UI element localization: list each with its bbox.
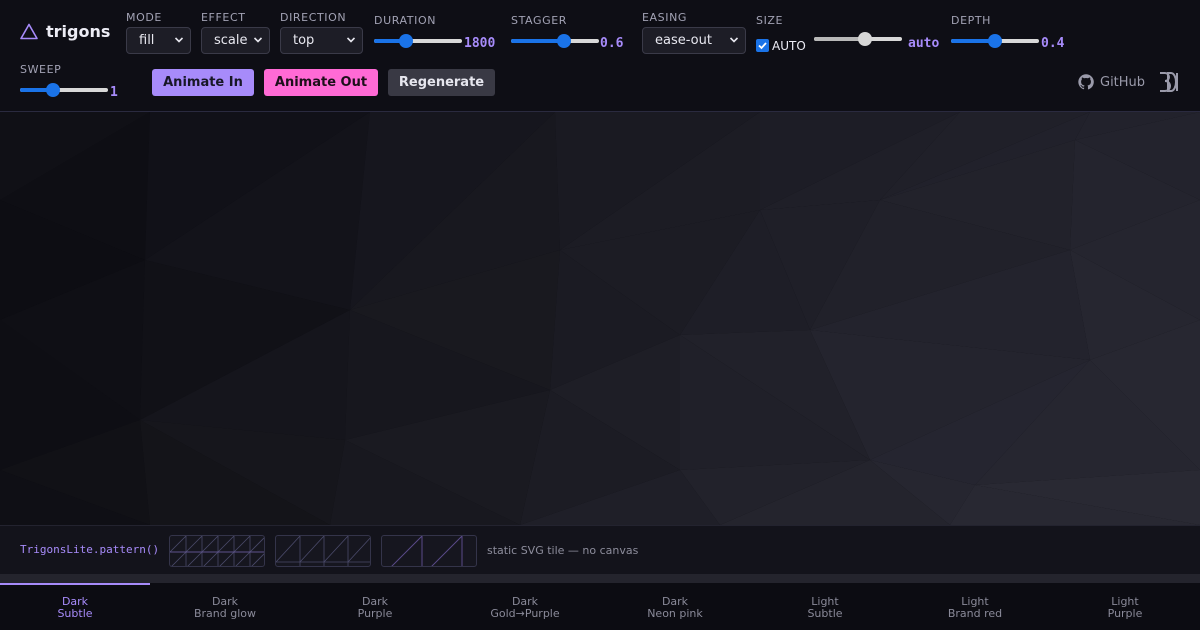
pattern-tile[interactable] bbox=[381, 535, 477, 567]
easing-select[interactable]: ease-out bbox=[642, 27, 746, 54]
app-root: trigons MODE fill EFFECT scale DIRECTION… bbox=[0, 0, 1200, 630]
pattern-code: TrigonsLite.pattern() bbox=[20, 543, 160, 556]
pattern-tile-graphic bbox=[391, 536, 463, 566]
theme-tab-name: Gold→Purple bbox=[490, 607, 560, 620]
effect-select[interactable]: scale bbox=[201, 27, 270, 54]
stagger-slider[interactable] bbox=[511, 33, 599, 48]
depth-label: DEPTH bbox=[951, 14, 992, 27]
slider-thumb[interactable] bbox=[858, 32, 872, 46]
theme-tab-8[interactable]: Light Purple bbox=[1050, 583, 1200, 630]
depth-control: DEPTH 0.4 bbox=[951, 14, 1071, 54]
animate-in-button[interactable]: Animate In bbox=[152, 69, 254, 96]
auto-checkbox[interactable] bbox=[756, 39, 769, 52]
duration-value: 1800 bbox=[464, 36, 496, 51]
theme-tab-name: Brand glow bbox=[193, 607, 257, 620]
sweep-value: 1 bbox=[110, 85, 118, 100]
slider-thumb[interactable] bbox=[399, 33, 413, 48]
sweep-control: SWEEP 1 bbox=[20, 63, 140, 103]
pattern-note: static SVG tile — no canvas bbox=[487, 544, 639, 557]
slider-thumb[interactable] bbox=[988, 33, 1002, 48]
brand[interactable]: trigons bbox=[20, 22, 110, 41]
github-link[interactable]: GitHub bbox=[1078, 74, 1145, 90]
stagger-label: STAGGER bbox=[511, 14, 568, 27]
bg-triangle bbox=[0, 574, 1200, 583]
checkmark-icon bbox=[758, 42, 767, 50]
github-icon bbox=[1078, 74, 1094, 90]
effect-label: EFFECT bbox=[201, 11, 246, 24]
triangle-logo-icon bbox=[20, 23, 38, 40]
slider-thumb[interactable] bbox=[557, 33, 571, 48]
pattern-strip: TrigonsLite.pattern() static SVG tile — … bbox=[0, 525, 1200, 574]
theme-tab-name: Purple bbox=[357, 607, 393, 620]
github-label: GitHub bbox=[1100, 74, 1146, 90]
depth-value: 0.4 bbox=[1041, 36, 1065, 51]
size-slider[interactable] bbox=[814, 32, 902, 46]
depth-slider[interactable] bbox=[951, 33, 1039, 48]
effect-control: EFFECT scale bbox=[201, 11, 270, 54]
duration-control: DURATION 1800 bbox=[374, 14, 504, 54]
size-auto-toggle[interactable]: AUTO bbox=[756, 35, 806, 54]
size-value: auto bbox=[908, 36, 940, 51]
theme-tab-6[interactable]: Light Subtle bbox=[750, 583, 900, 630]
author-logo-icon[interactable] bbox=[1158, 71, 1180, 93]
pattern-tile-graphic bbox=[170, 536, 264, 566]
easing-control: EASING ease-out bbox=[642, 11, 746, 54]
theme-tab-name: Brand red bbox=[947, 607, 1003, 620]
direction-control: DIRECTION top bbox=[280, 11, 363, 54]
theme-tab-name: Subtle bbox=[57, 607, 93, 620]
theme-tab-name: Neon pink bbox=[647, 607, 703, 620]
duration-slider[interactable] bbox=[374, 33, 462, 48]
pattern-tile[interactable] bbox=[169, 535, 265, 567]
theme-tabs: Dark Subtle Dark Brand glow Dark Purple Dark Go… bbox=[0, 583, 1200, 630]
brand-name: trigons bbox=[46, 22, 111, 41]
theme-tab-2[interactable]: Dark Brand glow bbox=[150, 583, 300, 630]
pattern-tile-graphic bbox=[276, 536, 370, 566]
theme-tab-3[interactable]: Dark Purple bbox=[300, 583, 450, 630]
size-label: SIZE bbox=[756, 14, 784, 27]
animate-out-button[interactable]: Animate Out bbox=[264, 69, 378, 96]
mode-label: MODE bbox=[126, 11, 162, 24]
theme-tab-7[interactable]: Light Brand red bbox=[900, 583, 1050, 630]
mode-select[interactable]: fill bbox=[126, 27, 191, 54]
sweep-slider[interactable] bbox=[20, 82, 108, 97]
theme-tab-5[interactable]: Dark Neon pink bbox=[600, 583, 750, 630]
auto-checkbox-label: AUTO bbox=[772, 38, 806, 53]
pattern-tile[interactable] bbox=[275, 535, 371, 567]
control-bar: trigons MODE fill EFFECT scale DIRECTION… bbox=[0, 0, 1200, 112]
theme-tab-1[interactable]: Dark Subtle bbox=[0, 583, 150, 630]
direction-select[interactable]: top bbox=[280, 27, 363, 54]
easing-label: EASING bbox=[642, 11, 688, 24]
slider-thumb[interactable] bbox=[46, 82, 60, 97]
duration-label: DURATION bbox=[374, 14, 437, 27]
regenerate-button[interactable]: Regenerate bbox=[388, 69, 495, 96]
theme-tab-name: Purple bbox=[1107, 607, 1143, 620]
mode-control: MODE fill bbox=[126, 11, 191, 54]
stagger-control: STAGGER 0.6 bbox=[511, 14, 631, 54]
theme-tab-name: Subtle bbox=[807, 607, 843, 620]
theme-tab-4[interactable]: Dark Gold→Purple bbox=[450, 583, 600, 630]
direction-label: DIRECTION bbox=[280, 11, 347, 24]
sweep-label: SWEEP bbox=[20, 63, 62, 76]
stagger-value: 0.6 bbox=[600, 36, 624, 51]
size-control: SIZE AUTO auto bbox=[756, 14, 946, 54]
